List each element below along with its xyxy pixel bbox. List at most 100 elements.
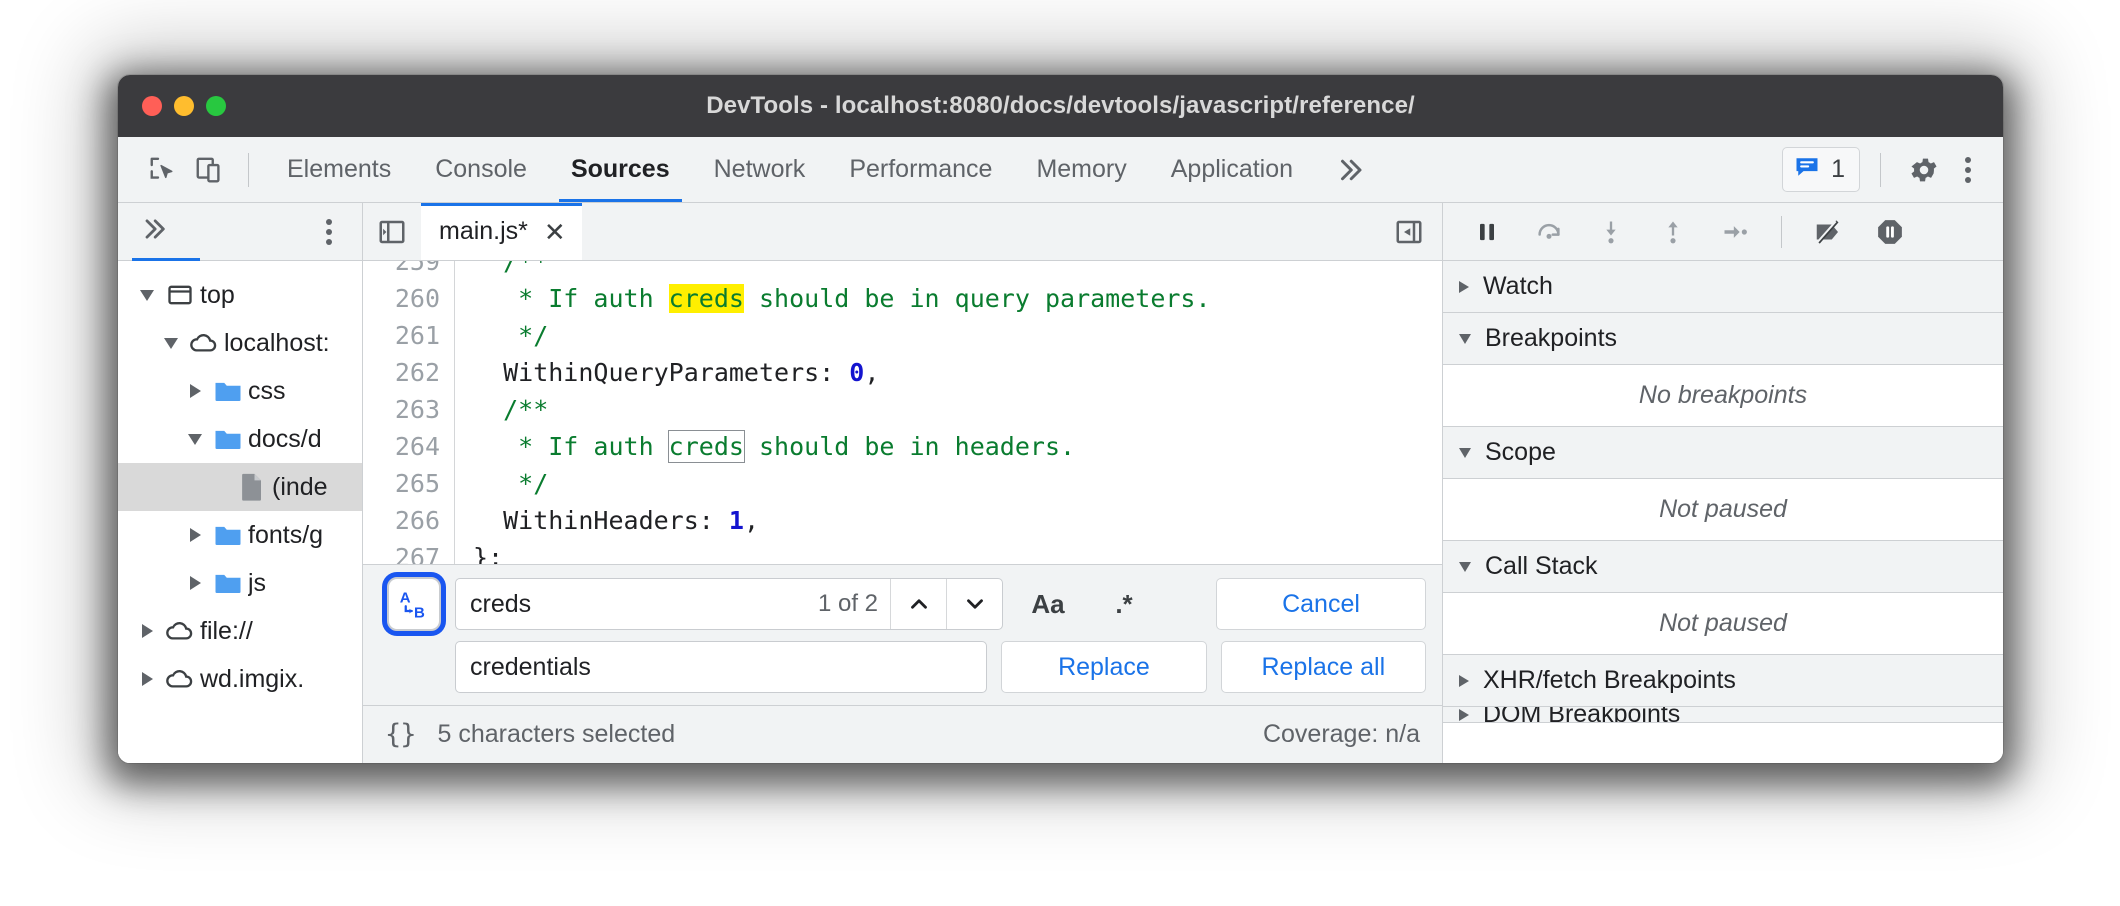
editor-tab-main-js[interactable]: main.js* ✕ [421, 203, 582, 260]
tab-application[interactable]: Application [1149, 137, 1315, 202]
twisty-right-icon[interactable] [134, 624, 160, 638]
tree-item-js[interactable]: js [118, 559, 362, 607]
twisty-down-icon[interactable] [134, 290, 160, 301]
frame-icon [160, 281, 200, 309]
tree-item-file-protocol[interactable]: file:// [118, 607, 362, 655]
panel-expand-right-icon[interactable] [1376, 217, 1442, 247]
deactivate-breakpoints-icon[interactable] [1802, 209, 1854, 255]
minimize-window-button[interactable] [174, 96, 194, 116]
tree-item-wd-imgix[interactable]: wd.imgix. [118, 655, 362, 703]
twisty-right-icon[interactable] [182, 528, 208, 542]
regex-button[interactable]: .* [1093, 578, 1155, 630]
call-stack-empty-message: Not paused [1443, 593, 2003, 655]
code-token: WithinQueryParameters: [473, 358, 849, 387]
line-number: 261 [363, 317, 455, 354]
tree-item-label: docs/d [248, 425, 322, 454]
section-header-dom-breakpoints[interactable]: DOM Breakpoints [1443, 707, 2003, 723]
section-header-breakpoints[interactable]: Breakpoints [1443, 313, 2003, 365]
pause-script-execution-icon[interactable] [1461, 209, 1513, 255]
tab-elements[interactable]: Elements [265, 137, 413, 202]
twisty-down-icon[interactable] [158, 338, 184, 349]
toolbar-divider-2 [1880, 153, 1881, 187]
replace-row: Replace Replace all [385, 641, 1426, 693]
line-number: 260 [363, 280, 455, 317]
replace-a-b-icon[interactable]: A B [387, 577, 441, 631]
issues-button[interactable]: 1 [1782, 147, 1860, 192]
chevron-double-right-icon[interactable] [140, 215, 168, 248]
tab-sources[interactable]: Sources [549, 137, 692, 202]
maximize-window-button[interactable] [206, 96, 226, 116]
tab-performance[interactable]: Performance [827, 137, 1014, 202]
tree-item-docs[interactable]: docs/d [118, 415, 362, 463]
section-title: XHR/fetch Breakpoints [1483, 666, 1736, 695]
close-window-button[interactable] [142, 96, 162, 116]
code-token-number: 1 [729, 506, 744, 535]
code-editor[interactable]: 259 /** 260 * If auth creds should be in… [363, 261, 1442, 564]
close-icon[interactable]: ✕ [544, 219, 566, 245]
section-header-call-stack[interactable]: Call Stack [1443, 541, 2003, 593]
section-title: DOM Breakpoints [1483, 707, 1680, 723]
pretty-print-button[interactable]: {} [385, 719, 416, 750]
match-case-button[interactable]: Aa [1017, 578, 1079, 630]
find-row: A B 1 of 2 [385, 577, 1426, 631]
cancel-button[interactable]: Cancel [1216, 578, 1426, 630]
section-header-watch[interactable]: Watch [1443, 261, 2003, 313]
tree-item-label: fonts/g [248, 521, 323, 550]
search-input[interactable] [456, 579, 818, 629]
kebab-menu-icon[interactable] [312, 211, 346, 253]
tab-network[interactable]: Network [692, 137, 828, 202]
pause-on-exceptions-icon[interactable] [1864, 209, 1916, 255]
code-token: * If auth [473, 432, 669, 461]
twisty-right-icon[interactable] [182, 384, 208, 398]
tree-item-css[interactable]: css [118, 367, 362, 415]
section-title: Scope [1485, 438, 1556, 467]
step-icon[interactable] [1709, 209, 1761, 255]
code-line: 259 /** [363, 261, 1442, 280]
debugger-toolbar [1443, 203, 2003, 261]
section-header-xhr-fetch-breakpoints[interactable]: XHR/fetch Breakpoints [1443, 655, 2003, 707]
chevron-down-icon [1459, 334, 1471, 344]
device-toolbar-icon[interactable] [186, 147, 232, 193]
chevron-down-icon[interactable] [946, 579, 1002, 629]
twisty-down-icon[interactable] [182, 434, 208, 445]
section-title: Watch [1483, 272, 1553, 301]
replace-all-button[interactable]: Replace all [1221, 641, 1426, 693]
twisty-right-icon[interactable] [134, 672, 160, 686]
tree-item-top[interactable]: top [118, 271, 362, 319]
panel-collapse-left-icon[interactable] [363, 217, 421, 247]
replace-button[interactable]: Replace [1001, 641, 1206, 693]
code-line: 267 }; [363, 539, 1442, 564]
kebab-menu-icon[interactable] [1951, 149, 1985, 191]
gear-icon[interactable] [1901, 147, 1947, 193]
step-into-icon[interactable] [1585, 209, 1637, 255]
coverage-status: Coverage: n/a [1263, 720, 1420, 749]
section-header-scope[interactable]: Scope [1443, 427, 2003, 479]
navigator-toolbar [118, 203, 362, 261]
code-token: }; [473, 543, 503, 564]
line-number: 265 [363, 465, 455, 502]
twisty-right-icon[interactable] [182, 576, 208, 590]
window-traffic-lights [142, 96, 226, 116]
chevron-double-right-icon[interactable] [1315, 155, 1385, 185]
devtools-body: top localhost: [118, 203, 2003, 763]
replace-input[interactable] [456, 642, 986, 692]
replace-input-wrapper[interactable] [455, 641, 987, 693]
find-input-wrapper[interactable]: 1 of 2 [455, 578, 1003, 630]
tree-item-localhost[interactable]: localhost: [118, 319, 362, 367]
tab-console[interactable]: Console [413, 137, 549, 202]
debugger-pane: Watch Breakpoints No breakpoints Scope N… [1443, 203, 2003, 763]
tab-memory[interactable]: Memory [1014, 137, 1148, 202]
code-token: , [864, 358, 879, 387]
search-match-inactive: creds [669, 431, 744, 462]
file-tree: top localhost: [118, 261, 362, 763]
inspect-cursor-icon[interactable] [140, 147, 186, 193]
tree-item-fonts[interactable]: fonts/g [118, 511, 362, 559]
breakpoints-empty-message: No breakpoints [1443, 365, 2003, 427]
step-over-icon[interactable] [1523, 209, 1575, 255]
code-token: should be in headers. [744, 432, 1075, 461]
tree-item-index[interactable]: (inde [118, 463, 362, 511]
step-out-icon[interactable] [1647, 209, 1699, 255]
tree-item-label: localhost: [224, 329, 330, 358]
code-token: /** [473, 261, 548, 276]
chevron-up-icon[interactable] [890, 579, 946, 629]
